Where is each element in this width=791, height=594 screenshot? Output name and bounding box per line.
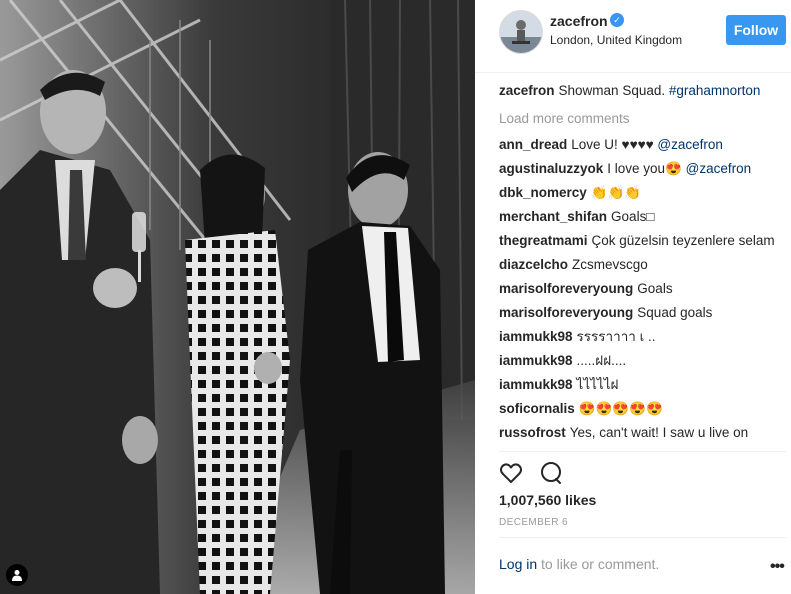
comment-text: ไไไไไฝ [576,377,619,392]
verified-badge-icon: ✓ [610,13,624,27]
comment-username[interactable]: soficornalis [499,401,575,416]
comment-text: รรรราาาา เ .. [576,329,656,344]
comment-username[interactable]: thegreatmami [499,233,588,248]
likes-count[interactable]: 1,007,560 likes [499,492,596,508]
caption-hashtag[interactable]: #grahamnorton [669,83,761,98]
divider [499,451,786,452]
comment-item: iammukk98 .....ฝฝ.... [499,352,787,370]
load-more-comments-link[interactable]: Load more comments [499,110,787,128]
comment-text: 👏👏👏 [590,185,642,200]
comment-item: merchant_shifan Goals□ [499,208,787,226]
comment-text: Love U! ♥♥♥♥ [571,137,658,152]
heart-icon[interactable] [499,461,523,485]
divider [499,537,786,538]
comment-text: Goals [637,281,673,296]
comment-icon[interactable] [539,461,563,485]
comment-item: iammukk98 รรรราาาา เ .. [499,328,787,346]
comment-username[interactable]: iammukk98 [499,329,573,344]
comment-username[interactable]: merchant_shifan [499,209,607,224]
comments-list[interactable]: zacefron Showman Squad. #grahamnorton Loa… [499,82,787,450]
comment-text: Çok güzelsin teyzenlere selam [591,233,775,248]
comment-item: thegreatmami Çok güzelsin teyzenlere sela… [499,232,787,250]
comment-item: marisolforeveryoung Squad goals [499,304,787,322]
comment-text: 😍😍😍😍😍 [578,401,663,416]
comment-username[interactable]: diazcelcho [499,257,568,272]
comment-username[interactable]: dbk_nomercy [499,185,587,200]
more-options-icon[interactable]: ••• [770,558,785,576]
login-prompt-text: to like or comment. [537,556,660,572]
caption-username[interactable]: zacefron [499,83,555,98]
comment-item: iammukk98 ไไไไไฝ [499,376,787,394]
comment-username[interactable]: agustinaluzzyok [499,161,603,176]
comment-item: soficornalis 😍😍😍😍😍 [499,400,787,418]
follow-button[interactable]: Follow [726,15,786,45]
comment-text: Squad goals [637,305,713,320]
comment-item: ann_dread Love U! ♥♥♥♥ @zacefron [499,136,787,154]
comment-text: .....ฝฝ.... [576,353,627,368]
post-photo[interactable] [0,0,475,594]
comment-username[interactable]: iammukk98 [499,377,573,392]
user-tag-button[interactable] [6,564,28,586]
comment-item: russofrost Yes, can't wait! I saw u live … [499,424,787,442]
user-tag-icon [12,570,22,581]
comment-username[interactable]: iammukk98 [499,353,573,368]
comment-text: Goals□ [611,209,655,224]
comment-text: I love you😍 [607,161,686,176]
comment-username[interactable]: marisolforeveryoung [499,281,633,296]
comment-username[interactable]: russofrost [499,425,566,440]
post-date: DECEMBER 6 [499,517,569,528]
post-side-panel: zacefron ✓ London, United Kingdom Follow… [475,0,791,594]
comment-username[interactable]: marisolforeveryoung [499,305,633,320]
avatar-image [500,11,542,53]
comment-item: diazcelcho Zcsmevscgo [499,256,787,274]
author-username[interactable]: zacefron [550,13,608,29]
comment-item: marisolforeveryoung Goals [499,280,787,298]
comment-item: dbk_nomercy 👏👏👏 [499,184,787,202]
photo-illustration [0,0,475,594]
location-link[interactable]: London, United Kingdom [550,33,682,47]
instagram-post: zacefron ✓ London, United Kingdom Follow… [0,0,791,594]
comment-text: Yes, can't wait! I saw u live on [569,425,749,440]
avatar[interactable] [499,10,543,54]
comment-username[interactable]: ann_dread [499,137,567,152]
caption-text: Showman Squad. [558,83,669,98]
comment-text: Zcsmevscgo [572,257,648,272]
login-link[interactable]: Log in [499,556,537,572]
login-prompt: Log in to like or comment. [499,556,659,572]
comment-item: agustinaluzzyok I love you😍 @zacefron [499,160,787,178]
comment-mention[interactable]: @zacefron [686,161,751,176]
caption: zacefron Showman Squad. #grahamnorton [499,82,787,100]
comment-mention[interactable]: @zacefron [657,137,722,152]
action-bar [499,461,563,485]
post-header: zacefron ✓ London, United Kingdom Follow [475,0,791,73]
